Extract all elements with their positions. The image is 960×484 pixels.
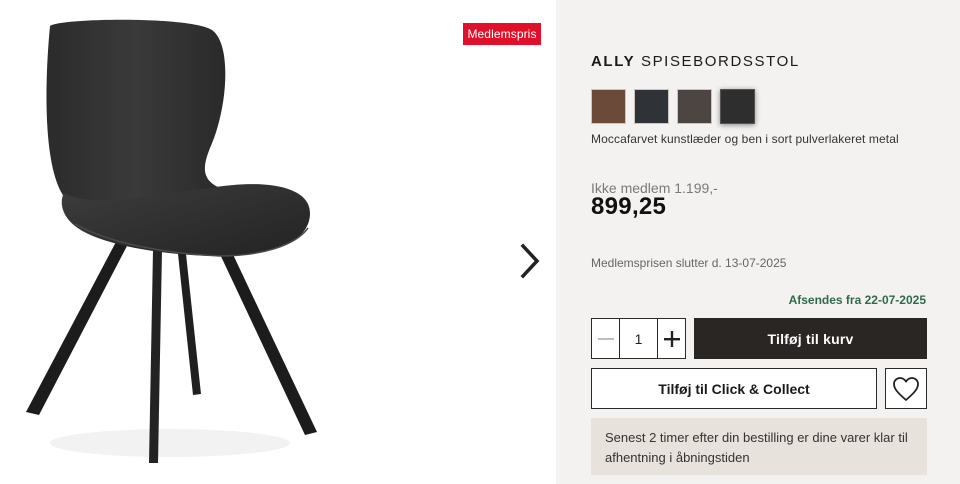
product-title: ALLY SPISEBORDSSTOL [591, 53, 800, 70]
shipping-date: Afsendes fra 22-07-2025 [788, 293, 926, 307]
quantity-stepper [591, 318, 686, 359]
add-to-cart-button[interactable]: Tilføj til kurv [694, 318, 927, 359]
swatch-dark-grey[interactable] [634, 89, 669, 124]
member-price: 899,25 [591, 193, 667, 220]
member-price-badge: Medlemspris [463, 23, 541, 45]
quantity-input[interactable] [620, 319, 657, 358]
product-name: SPISEBORDSSTOL [640, 53, 800, 70]
swatch-mocca[interactable] [591, 89, 626, 124]
plus-icon [663, 330, 680, 347]
click-and-collect-button[interactable]: Tilføj til Click & Collect [591, 368, 877, 409]
wishlist-button[interactable] [885, 368, 927, 409]
minus-icon [597, 337, 614, 340]
increase-quantity-button[interactable] [657, 319, 685, 358]
pickup-info: Senest 2 timer efter din bestilling er d… [591, 418, 927, 475]
member-price-end-date: Medlemsprisen slutter d. 13-07-2025 [591, 256, 787, 270]
swatch-black[interactable] [720, 89, 755, 124]
chevron-right-icon [520, 243, 540, 279]
heart-icon [893, 376, 919, 401]
product-brand: ALLY [591, 53, 636, 70]
product-image [26, 19, 317, 463]
product-description: Moccafarvet kunstlæder og ben i sort pul… [591, 132, 899, 146]
decrease-quantity-button[interactable] [592, 319, 620, 358]
color-swatches [591, 89, 755, 124]
next-image-button[interactable] [515, 242, 545, 280]
product-info-panel: ALLY SPISEBORDSSTOL Moccafarvet kunstlæd… [556, 0, 960, 484]
product-gallery: Medlemspris [0, 0, 556, 484]
swatch-brown-grey[interactable] [677, 89, 712, 124]
